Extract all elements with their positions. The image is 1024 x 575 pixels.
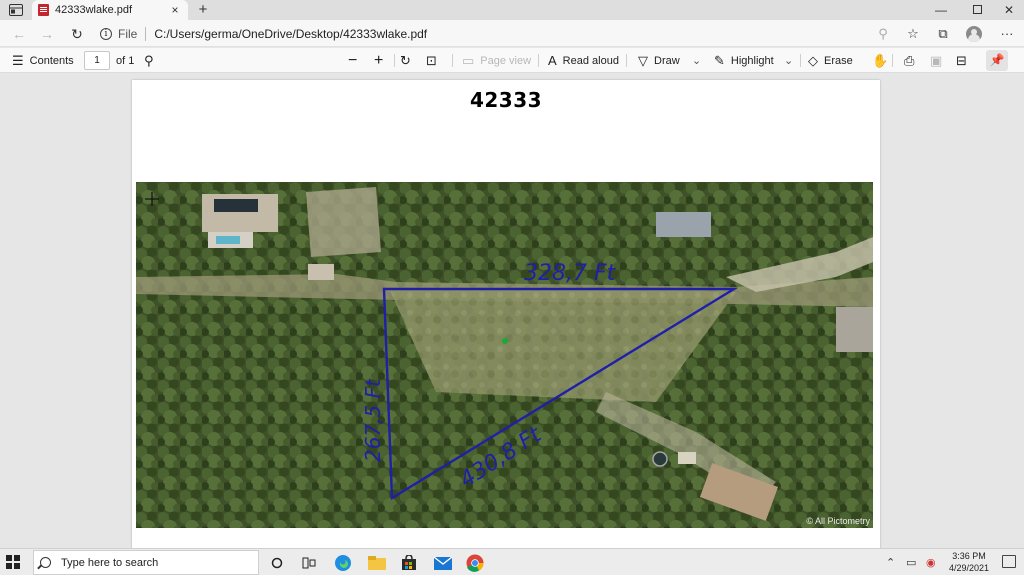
print-icon[interactable]: ⎙ [904,48,920,73]
taskbar: Type here to search ⌃ ▭ ◉ 3:36 PM 4/29/2… [0,548,1024,575]
eraser-icon: ◇ [808,52,818,68]
file-protocol-label: File [118,26,138,41]
more-menu-icon[interactable]: ··· [996,23,1018,45]
pdf-toolbar: ☰ Contents 1 of 1 ⚲ − + ↻ ⊡ ▭ Page view … [0,48,1024,73]
url-text[interactable]: C:/Users/germa/OneDrive/Desktop/42333wla… [154,27,427,41]
greenhouse [656,212,711,237]
minimize-button[interactable]: — [924,0,958,20]
address-bar: ← → ↻ i File C:/Users/germa/OneDrive/Des… [0,20,1024,47]
draw-button[interactable]: ▽ Draw [638,48,680,73]
highlight-icon: ✎ [714,52,725,68]
contents-button[interactable]: ☰ Contents [12,48,74,73]
taskbar-clock[interactable]: 3:36 PM 4/29/2021 [944,550,994,574]
file-explorer-icon[interactable] [366,552,388,574]
erase-button[interactable]: ◇ Erase [808,48,853,73]
trailer [678,452,696,464]
structure [836,307,873,352]
save-as-icon[interactable]: ⊟ [956,48,973,73]
highlight-options-chevron-icon[interactable]: ⌄ [784,48,793,73]
page-view-button[interactable]: ▭ Page view [462,48,531,73]
meet-now-icon[interactable]: ▭ [906,549,916,575]
page-number-input[interactable]: 1 [84,51,110,70]
highlight-label: Highlight [730,54,774,67]
touch-write-icon[interactable]: ✋ [872,48,894,73]
search-placeholder: Type here to search [61,556,159,569]
toolbar-divider [892,54,893,67]
back-icon[interactable]: ← [8,23,30,45]
url-separator [145,26,147,41]
toolbar-divider [452,54,453,67]
clock-time: 3:36 PM [952,551,986,561]
edge-browser-icon[interactable] [332,552,354,574]
imagery-copyright: © All Pictometry [806,516,870,526]
erase-label: Erase [824,54,853,67]
mail-icon[interactable] [432,552,454,574]
draw-pen-icon: ▽ [638,52,648,68]
contents-label: Contents [29,54,74,67]
task-view-icon[interactable] [298,552,320,574]
close-window-button[interactable]: ✕ [992,0,1024,20]
page-view-label: Page view [480,54,532,67]
rotate-icon[interactable]: ↻ [400,48,417,73]
pdf-viewer[interactable]: 42333 328,7 Ft 267,5 Ft 430,8 Ft © All P… [0,74,1024,548]
aerial-photo: 328,7 Ft 267,5 Ft 430,8 Ft © All Pictome… [136,182,873,528]
notifications-icon[interactable] [1002,555,1016,568]
parcel-marker [502,338,508,344]
page-heading: 42333 [469,88,543,112]
url-field[interactable]: i File C:/Users/germa/OneDrive/Desktop/4… [100,23,427,44]
collections-icon[interactable]: ⧉ [932,23,954,45]
draw-options-chevron-icon[interactable]: ⌄ [692,48,701,73]
cortana-icon[interactable] [266,552,288,574]
shed [308,264,334,280]
zoom-in-icon[interactable]: + [374,48,389,73]
new-tab-button[interactable]: + [194,1,212,19]
zoom-out-icon[interactable]: − [348,48,363,73]
draw-label: Draw [654,54,680,67]
profile-avatar[interactable] [966,26,982,42]
read-aloud-icon: A [548,53,557,68]
read-aloud-label: Read aloud [562,54,619,67]
chrome-icon[interactable] [464,552,486,574]
browser-tab[interactable]: 42333wlake.pdf × [32,0,188,20]
favorites-icon[interactable]: ☆ [902,23,924,45]
top-side-measurement: 328,7 Ft [524,261,617,286]
tab-strip: 42333wlake.pdf × + — ✕ [0,0,1024,20]
show-hidden-icons-icon[interactable]: ⌃ [886,549,895,575]
taskbar-search-box[interactable]: Type here to search [33,550,259,575]
find-icon[interactable]: ⚲ [144,48,160,73]
round-pool [652,451,668,467]
windows-start-icon[interactable] [6,555,20,569]
toolbar-divider [394,54,395,67]
maximize-button[interactable] [960,0,994,20]
page-view-icon: ▭ [462,52,475,68]
pdf-page: 42333 328,7 Ft 267,5 Ft 430,8 Ft © All P… [132,80,880,548]
contents-list-icon: ☰ [12,52,24,68]
highlight-button[interactable]: ✎ Highlight [714,48,774,73]
clock-date: 4/29/2021 [948,563,990,573]
fit-page-icon[interactable]: ⊡ [426,48,443,73]
tab-title: 42333wlake.pdf [55,4,133,16]
toolbar-divider [800,54,801,67]
search-icon [40,557,51,568]
toolbar-divider [538,54,539,67]
read-aloud-button[interactable]: A Read aloud [548,48,619,73]
info-icon[interactable]: i [100,27,112,40]
pdf-file-icon [38,4,49,16]
close-tab-icon[interactable]: × [168,3,182,17]
forward-icon[interactable]: → [36,23,58,45]
page-total-label: of 1 [116,54,135,67]
pin-toolbar-icon[interactable]: 📌 [986,50,1008,71]
store-icon[interactable] [398,552,420,574]
save-icon[interactable]: ▣ [930,48,948,73]
refresh-icon[interactable]: ↻ [66,23,88,45]
network-status-icon[interactable]: ◉ [926,549,936,575]
tracking-icon[interactable]: ⚲ [872,23,894,45]
left-side-measurement: 267,5 Ft [361,378,385,462]
toolbar-divider [626,54,627,67]
tab-actions-icon[interactable] [6,2,26,18]
